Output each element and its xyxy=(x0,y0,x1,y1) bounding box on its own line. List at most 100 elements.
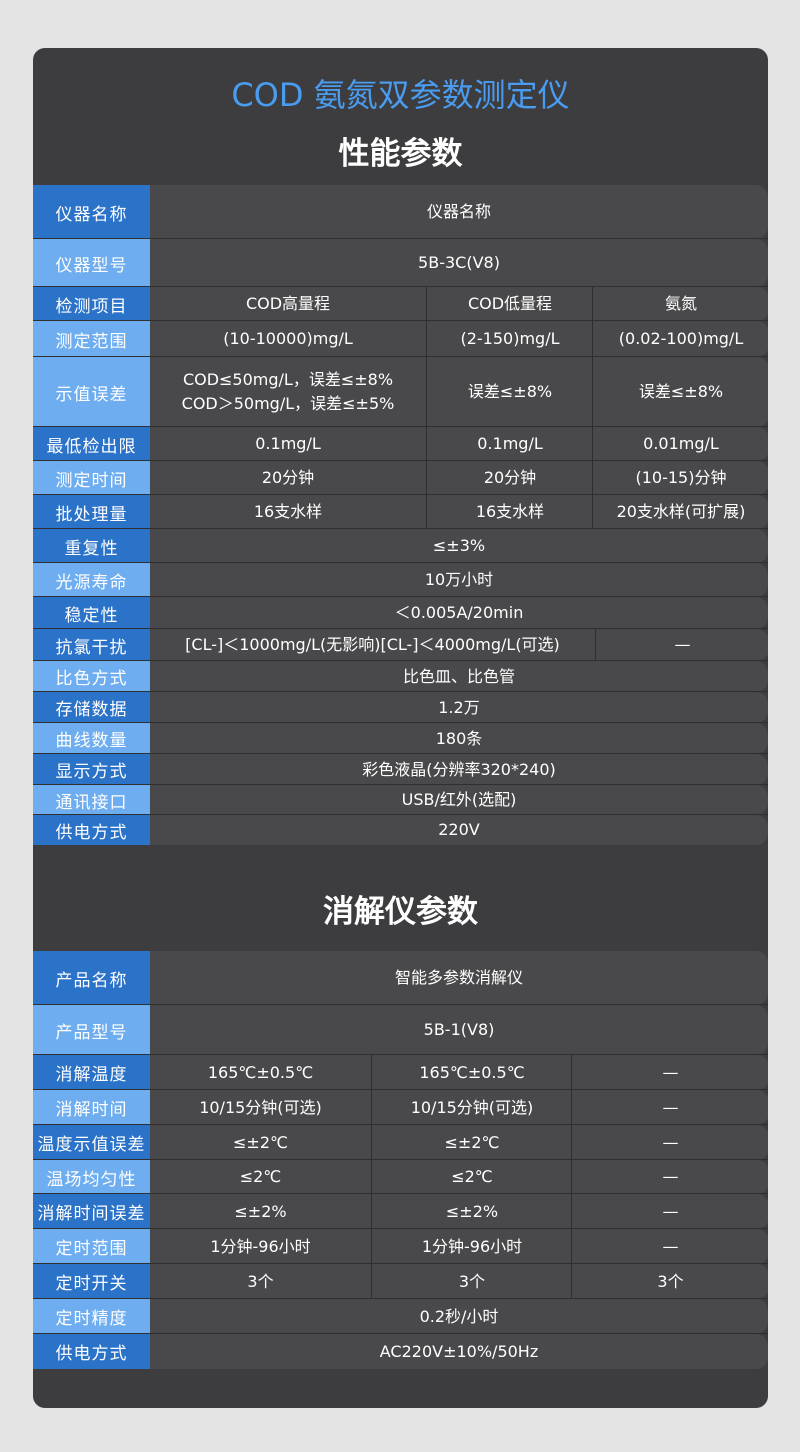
row-label: 消解时间误差 xyxy=(33,1194,150,1229)
table-row: 定时范围 1分钟-96小时 1分钟-96小时 — xyxy=(33,1229,768,1264)
table-cell: 0.2秒/小时 xyxy=(150,1299,768,1334)
row-label: 显示方式 xyxy=(33,754,150,785)
table-row: 显示方式 彩色液晶(分辨率320*240) xyxy=(33,754,768,785)
row-label: 测定范围 xyxy=(33,321,150,357)
table-cell: 智能多参数消解仪 xyxy=(150,951,768,1005)
table-row: 比色方式 比色皿、比色管 xyxy=(33,661,768,692)
table-row: 仪器名称 仪器名称 xyxy=(33,185,768,239)
table-cell: 误差≤±8% xyxy=(426,357,593,427)
table-row: 消解时间 10/15分钟(可选) 10/15分钟(可选) — xyxy=(33,1090,768,1125)
table-cell: 165℃±0.5℃ xyxy=(371,1055,572,1090)
table-cell: 误差≤±8% xyxy=(592,357,768,427)
table-cell: USB/红外(选配) xyxy=(150,785,768,815)
table-row: 示值误差 COD≤50mg/L，误差≤±8% COD＞50mg/L，误差≤±5% 误… xyxy=(33,357,768,427)
table-row: 温度示值误差 ≤±2℃ ≤±2℃ — xyxy=(33,1125,768,1160)
table-cell: ≤±3% xyxy=(150,529,768,563)
row-label: 产品名称 xyxy=(33,951,150,1005)
row-label: 温场均匀性 xyxy=(33,1160,150,1194)
table-cell: ≤±2% xyxy=(150,1194,371,1229)
table-cell: ≤±2% xyxy=(371,1194,572,1229)
row-label: 存储数据 xyxy=(33,692,150,723)
row-label: 供电方式 xyxy=(33,1334,150,1369)
table-cell: 220V xyxy=(150,815,768,845)
table-row: 测定范围 (10-10000)mg/L (2-150)mg/L (0.02-100)m… xyxy=(33,321,768,357)
row-label: 重复性 xyxy=(33,529,150,563)
table-cell: 3个 xyxy=(371,1264,572,1299)
table-row: 产品名称 智能多参数消解仪 xyxy=(33,951,768,1005)
table-cell: 20分钟 xyxy=(150,461,426,495)
table-cell: 180条 xyxy=(150,723,768,754)
row-label: 仪器名称 xyxy=(33,185,150,239)
table-cell: 0.1mg/L xyxy=(150,427,426,461)
row-label: 温度示值误差 xyxy=(33,1125,150,1160)
table-cell: — xyxy=(571,1194,768,1229)
table-cell: 1分钟-96小时 xyxy=(371,1229,572,1264)
table-cell: 5B-3C(V8) xyxy=(150,239,768,287)
product-title: COD 氨氮双参数测定仪 xyxy=(231,76,570,114)
table-cell: — xyxy=(571,1160,768,1194)
row-label: 定时范围 xyxy=(33,1229,150,1264)
table-cell: ＜0.005A/20min xyxy=(150,597,768,629)
table-cell: 1.2万 xyxy=(150,692,768,723)
table-cell: 16支水样 xyxy=(426,495,593,529)
table-cell: 3个 xyxy=(150,1264,371,1299)
table-cell: COD高量程 xyxy=(150,287,426,321)
row-label: 产品型号 xyxy=(33,1005,150,1055)
table-cell: ≤2℃ xyxy=(150,1160,371,1194)
table-row: 温场均匀性 ≤2℃ ≤2℃ — xyxy=(33,1160,768,1194)
table-cell: — xyxy=(571,1055,768,1090)
table-cell: AC220V±10%/50Hz xyxy=(150,1334,768,1369)
row-label: 比色方式 xyxy=(33,661,150,692)
table-cell: 比色皿、比色管 xyxy=(150,661,768,692)
row-label: 抗氯干扰 xyxy=(33,629,150,661)
table-cell: 氨氮 xyxy=(592,287,768,321)
table-row: 消解时间误差 ≤±2% ≤±2% — xyxy=(33,1194,768,1229)
table-row: 供电方式 220V xyxy=(33,815,768,845)
table-row: 光源寿命 10万小时 xyxy=(33,563,768,597)
table-row: 仪器型号 5B-3C(V8) xyxy=(33,239,768,287)
spec-card: COD 氨氮双参数测定仪 性能参数 仪器名称 仪器名称 仪器型号 5B-3C(V8) 检… xyxy=(33,48,768,1408)
table-cell: COD低量程 xyxy=(426,287,593,321)
table-cell: 0.01mg/L xyxy=(592,427,768,461)
table-cell: — xyxy=(571,1090,768,1125)
table-cell: 10万小时 xyxy=(150,563,768,597)
table-cell: — xyxy=(571,1125,768,1160)
table-row: 批处理量 16支水样 16支水样 20支水样(可扩展) xyxy=(33,495,768,529)
table-row: 检测项目 COD高量程 COD低量程 氨氮 xyxy=(33,287,768,321)
table-cell: COD≤50mg/L，误差≤±8% COD＞50mg/L，误差≤±5% xyxy=(150,357,426,427)
table-cell: (2-150)mg/L xyxy=(426,321,593,357)
table-cell: 10/15分钟(可选) xyxy=(150,1090,371,1125)
table-cell: 20分钟 xyxy=(426,461,593,495)
table-row: 消解温度 165℃±0.5℃ 165℃±0.5℃ — xyxy=(33,1055,768,1090)
row-label: 供电方式 xyxy=(33,815,150,845)
table-cell: ≤±2℃ xyxy=(150,1125,371,1160)
row-label: 仪器型号 xyxy=(33,239,150,287)
row-label: 稳定性 xyxy=(33,597,150,629)
row-label: 检测项目 xyxy=(33,287,150,321)
table-row: 定时开关 3个 3个 3个 xyxy=(33,1264,768,1299)
table-row: 曲线数量 180条 xyxy=(33,723,768,754)
row-label: 消解时间 xyxy=(33,1090,150,1125)
section-title-performance: 性能参数 xyxy=(338,136,463,172)
section-title-digester: 消解仪参数 xyxy=(323,894,478,930)
table-cell: 5B-1(V8) xyxy=(150,1005,768,1055)
table-cell: 16支水样 xyxy=(150,495,426,529)
row-label: 批处理量 xyxy=(33,495,150,529)
table-cell: ≤2℃ xyxy=(371,1160,572,1194)
table-row: 稳定性 ＜0.005A/20min xyxy=(33,597,768,629)
table-row: 通讯接口 USB/红外(选配) xyxy=(33,785,768,815)
row-label: 通讯接口 xyxy=(33,785,150,815)
table-row: 最低检出限 0.1mg/L 0.1mg/L 0.01mg/L xyxy=(33,427,768,461)
table-cell: (10-15)分钟 xyxy=(592,461,768,495)
table-row: 重复性 ≤±3% xyxy=(33,529,768,563)
table-cell: (10-10000)mg/L xyxy=(150,321,426,357)
table-row: 供电方式 AC220V±10%/50Hz xyxy=(33,1334,768,1369)
row-label: 定时精度 xyxy=(33,1299,150,1334)
row-label: 光源寿命 xyxy=(33,563,150,597)
row-label: 最低检出限 xyxy=(33,427,150,461)
table-cell: 彩色液晶(分辨率320*240) xyxy=(150,754,768,785)
row-label: 曲线数量 xyxy=(33,723,150,754)
table-cell: — xyxy=(595,629,768,661)
table-row: 产品型号 5B-1(V8) xyxy=(33,1005,768,1055)
table-cell: 20支水样(可扩展) xyxy=(592,495,768,529)
